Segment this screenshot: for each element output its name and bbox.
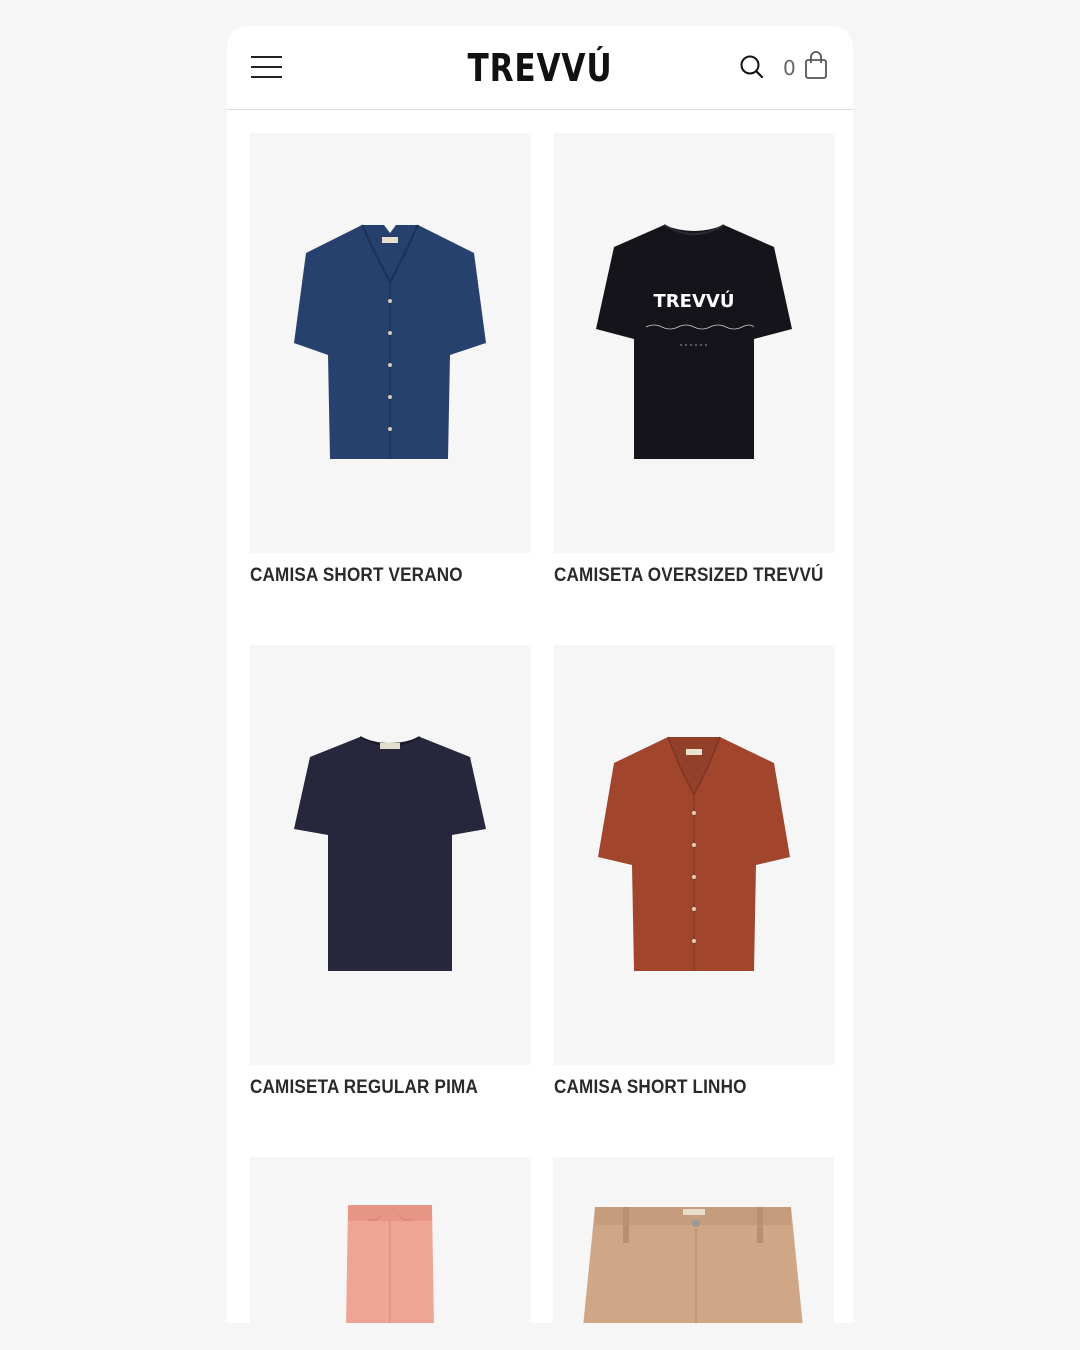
tshirt-image: TREVVÚ: [596, 224, 792, 459]
product-image[interactable]: TREVVÚ: [554, 133, 835, 553]
hamburger-menu-icon[interactable]: [251, 56, 283, 80]
product-card[interactable]: CAMISA SHORT LINHO: [554, 645, 835, 1099]
product-card[interactable]: [250, 1157, 531, 1323]
product-card[interactable]: [553, 1157, 834, 1323]
product-card[interactable]: CAMISA SHORT VERANO: [250, 133, 531, 587]
product-card[interactable]: CAMISETA REGULAR PIMA: [250, 645, 531, 1099]
brand-logo[interactable]: TREVVÚ: [283, 46, 796, 90]
shopping-bag-icon[interactable]: [804, 50, 828, 80]
product-image[interactable]: [250, 133, 531, 553]
shirt-image: [598, 736, 790, 971]
product-image[interactable]: [250, 1157, 531, 1323]
tshirt-image: [294, 736, 486, 971]
tshirt-print-brand: TREVVÚ: [654, 290, 735, 312]
pants-image: [583, 1207, 803, 1323]
product-image[interactable]: [554, 645, 835, 1065]
product-image[interactable]: [250, 645, 531, 1065]
product-title[interactable]: CAMISETA OVERSIZED TREVVÚ: [554, 565, 823, 587]
product-title[interactable]: CAMISETA REGULAR PIMA: [250, 1077, 503, 1099]
search-icon[interactable]: [739, 54, 765, 80]
product-title[interactable]: CAMISA SHORT VERANO: [250, 565, 503, 587]
product-card[interactable]: TREVVÚ CAMISETA OVERSIZED TREVVÚ: [554, 133, 835, 587]
shirt-image: [294, 224, 486, 459]
shorts-image: [346, 1205, 434, 1323]
product-image[interactable]: [553, 1157, 834, 1323]
app-screen: TREVVÚ 0 CAMISA SHORT VERANO TREVVÚ CAMI…: [227, 26, 853, 1323]
cart-count[interactable]: 0: [783, 56, 796, 80]
product-title[interactable]: CAMISA SHORT LINHO: [554, 1077, 807, 1099]
top-header: TREVVÚ 0: [227, 26, 853, 110]
